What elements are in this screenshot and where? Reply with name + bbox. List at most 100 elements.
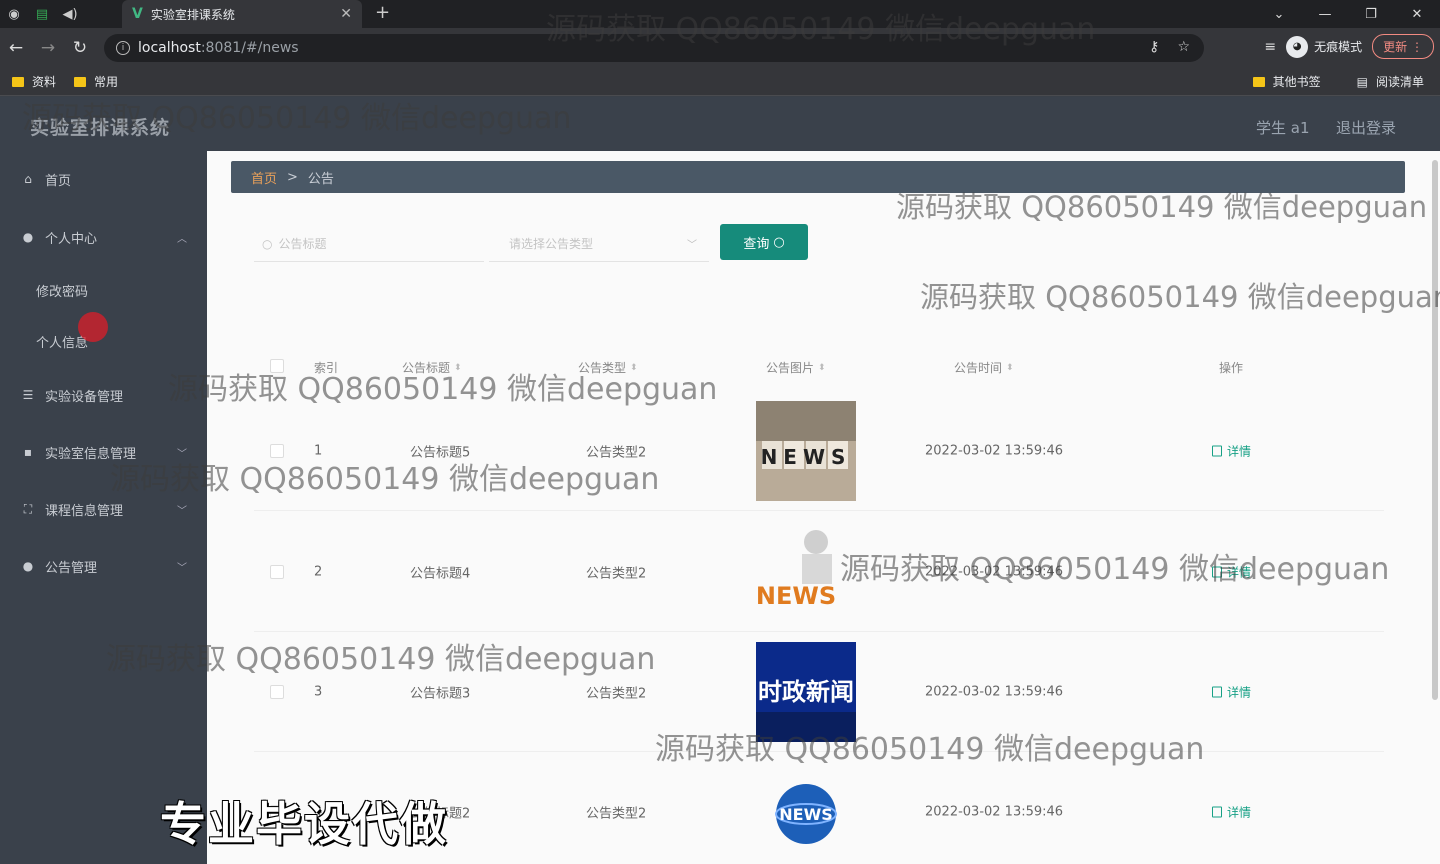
folder-icon — [74, 76, 87, 87]
detail-link[interactable]: 详情 — [1212, 683, 1251, 700]
frame-icon: ⛶ — [23, 501, 33, 516]
ad-overlay-text: 专业毕设代做 — [160, 797, 448, 851]
reload-icon[interactable]: ↻ — [64, 38, 96, 58]
detail-link[interactable]: 详情 — [1212, 563, 1251, 580]
row-type: 公告类型2 — [586, 445, 647, 460]
new-tab-icon[interactable]: + — [375, 2, 390, 23]
app-header: 实验室排课系统 学生 a1 退出登录 — [0, 97, 1440, 151]
sidebar-item-course-info[interactable]: ⛶ 课程信息管理 ﹀ — [0, 489, 207, 529]
window-controls: ⌄ — ❐ ✕ — [1256, 0, 1440, 28]
news-image[interactable]: NEWS — [756, 522, 856, 622]
tab-title: 实验室排课系统 — [150, 7, 235, 22]
row-checkbox[interactable] — [270, 564, 284, 579]
page-scrollbar[interactable] — [1432, 160, 1438, 700]
other-bookmarks[interactable]: 其他书签 — [1252, 73, 1321, 90]
folder-icon — [1252, 76, 1265, 87]
col-type[interactable]: 公告类型 ⬍ — [578, 359, 638, 376]
row-index: 3 — [314, 684, 323, 699]
sheet-icon[interactable]: ▤ — [28, 0, 56, 28]
col-action: 操作 — [1219, 361, 1244, 375]
browser-tabbar: ◉ ▤ ◀) V 实验室排课系统 ✕ + ⌄ — ❐ ✕ — [0, 0, 1440, 28]
reading-list-icon: ▤ — [1356, 74, 1368, 89]
incognito-icon: ◕ — [1286, 35, 1309, 58]
sidebar-item-personal-center[interactable]: ● 个人中心 ︿ — [0, 217, 207, 257]
reading-mode-icon[interactable]: ≡ — [1264, 39, 1276, 55]
update-button[interactable]: 更新 ⋮ — [1372, 34, 1434, 59]
svg-text:NEWS: NEWS — [779, 805, 833, 824]
sort-icon[interactable]: ⬍ — [1006, 363, 1014, 373]
bookmark-folder-changyong[interactable]: 常用 — [74, 73, 118, 90]
type-select[interactable]: 请选择公告类型 ﹀ — [489, 226, 709, 262]
key-icon[interactable]: ⚷ — [1149, 39, 1159, 55]
app-title: 实验室排课系统 — [30, 117, 171, 139]
table-header: 索引 公告标题 ⬍ 公告类型 ⬍ 公告图片 ⬍ 公告时间 ⬍ 操作 — [254, 349, 1384, 383]
row-time: 2022-03-02 13:59:46 — [925, 564, 1064, 579]
reading-list[interactable]: ▤ 阅读清单 — [1357, 73, 1424, 90]
svg-text:NEWS: NEWS — [756, 582, 836, 610]
select-all-checkbox[interactable] — [270, 359, 284, 373]
sidebar-item-announcements[interactable]: ● 公告管理 ﹀ — [0, 546, 207, 586]
sidebar-item-lab-info[interactable]: ▪ 实验室信息管理 ﹀ — [0, 432, 207, 472]
tab-close-icon[interactable]: ✕ — [340, 6, 352, 22]
main-content: 首页 > 公告 ○ 请选择公告类型 ﹀ 查询 ○ 索引 公告标题⬍ 公告类型⬍ … — [207, 151, 1440, 864]
tab-search-icon[interactable]: ⌄ — [1256, 0, 1302, 28]
sidebar-item-equipment[interactable]: ☰ 实验设备管理 — [0, 375, 207, 415]
chevron-down-icon: ﹀ — [687, 240, 697, 251]
logout-link[interactable]: 退出登录 — [1336, 117, 1396, 138]
sort-icon[interactable]: ⬍ — [630, 363, 638, 373]
sliders-icon: ☰ — [22, 388, 34, 402]
title-search-field[interactable]: ○ — [254, 226, 484, 262]
info-icon[interactable]: i — [116, 41, 130, 55]
sidebar-subitem-change-password[interactable]: 修改密码 — [36, 281, 88, 300]
bookmark-folder-ziliao[interactable]: 资料 — [12, 73, 56, 90]
click-indicator — [78, 312, 108, 342]
row-type: 公告类型2 — [586, 686, 647, 701]
row-type: 公告类型2 — [586, 566, 647, 581]
minimize-icon[interactable]: — — [1302, 0, 1348, 28]
forward-icon[interactable]: → — [32, 38, 64, 58]
speaker-icon[interactable]: ◀) — [56, 0, 84, 28]
globe-icon[interactable]: ◉ — [0, 0, 28, 28]
home-icon: ⌂ — [24, 172, 32, 186]
row-title: 公告标题5 — [410, 445, 471, 460]
close-window-icon[interactable]: ✕ — [1394, 0, 1440, 28]
breadcrumb: 首页 > 公告 — [231, 161, 1405, 193]
sidebar-item-home[interactable]: ⌂ 首页 — [0, 159, 207, 199]
detail-link[interactable]: 详情 — [1212, 803, 1251, 820]
title-search-input[interactable] — [278, 236, 459, 251]
document-icon — [1212, 806, 1222, 817]
breadcrumb-home[interactable]: 首页 — [251, 168, 277, 187]
table-row: 2 公告标题4 公告类型2 NEWS 2022-03-02 13:59:46 详… — [254, 512, 1384, 632]
user-icon: ● — [22, 230, 34, 244]
news-image[interactable]: NEWS — [756, 762, 856, 862]
news-image[interactable]: NEWS — [756, 401, 856, 501]
col-title[interactable]: 公告标题 ⬍ — [402, 359, 462, 376]
row-checkbox[interactable] — [270, 443, 284, 458]
row-title: 公告标题3 — [410, 686, 471, 701]
table-row: 3 公告标题3 公告类型2 时政新闻 2022-03-02 13:59:46 详… — [254, 632, 1384, 752]
sort-icon[interactable]: ⬍ — [818, 363, 826, 373]
query-button[interactable]: 查询 ○ — [720, 224, 808, 260]
row-checkbox[interactable] — [270, 684, 284, 699]
url-input[interactable]: i localhost:8081/#/news ⚷ ☆ — [104, 34, 1204, 62]
incognito-indicator[interactable]: ◕ 无痕模式 — [1286, 35, 1362, 58]
active-tab[interactable]: V 实验室排课系统 ✕ — [122, 0, 362, 28]
restore-icon[interactable]: ❐ — [1348, 0, 1394, 28]
detail-link[interactable]: 详情 — [1212, 442, 1251, 459]
col-image[interactable]: 公告图片 ⬍ — [766, 359, 826, 376]
row-time: 2022-03-02 13:59:46 — [925, 443, 1064, 458]
row-title: 公告标题4 — [410, 566, 471, 581]
document-icon — [1212, 686, 1222, 697]
search-icon: ○ — [773, 234, 785, 250]
sort-icon[interactable]: ⬍ — [454, 363, 462, 373]
table-row: 1 公告标题5 公告类型2 NEWS 2022-03-02 13:59:46 详… — [254, 391, 1384, 511]
news-image[interactable]: 时政新闻 — [756, 642, 856, 742]
chat-icon: ▪ — [23, 445, 33, 459]
col-time[interactable]: 公告时间 ⬍ — [954, 359, 1014, 376]
back-icon[interactable]: ← — [0, 38, 32, 58]
search-icon: ○ — [262, 236, 273, 251]
svg-text:时政新闻: 时政新闻 — [758, 678, 854, 706]
star-icon[interactable]: ☆ — [1177, 39, 1190, 55]
row-index: 1 — [314, 443, 323, 458]
url-host: localhost — [138, 40, 201, 56]
